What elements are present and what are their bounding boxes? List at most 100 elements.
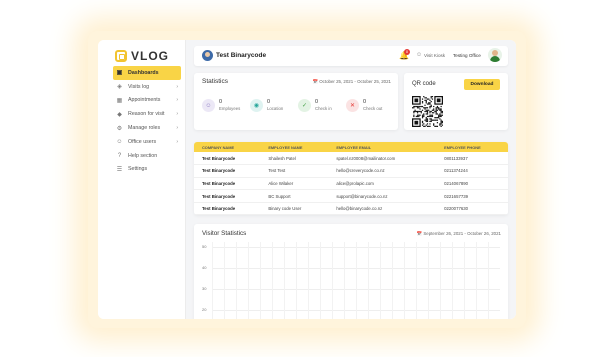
logo[interactable]: VLOG <box>115 49 169 63</box>
grid-line <box>296 242 297 319</box>
sidebar-item-manage-roles[interactable]: ⚙ Manage roles › <box>113 121 181 135</box>
visitor-statistics-title: Visitor Statistics <box>202 230 247 237</box>
sidebar-item-help-section[interactable]: ? Help section <box>113 149 181 163</box>
sidebar-item-label: Help section <box>128 152 158 159</box>
table-cell: Test Test <box>260 164 329 178</box>
stat-value: 0 <box>267 99 271 105</box>
statistics-title: Statistics <box>202 78 229 85</box>
employees-table: COMPANY NAME EMPLOYEE NAME EMPLOYEE EMAIL E… <box>194 142 508 215</box>
grid-line <box>248 242 249 319</box>
stat-label: Check in <box>315 106 332 111</box>
main-content: Test Binarycode 🔔 0 ☺ Visit Kiosk Testin… <box>186 40 516 319</box>
column-header[interactable]: EMPLOYEE NAME <box>260 142 328 152</box>
chevron-right-icon: › <box>176 83 178 90</box>
chevron-right-icon: › <box>176 111 178 118</box>
grid-line <box>488 242 489 319</box>
table-cell: BC Support <box>260 189 329 203</box>
download-button[interactable]: Download <box>464 79 500 90</box>
office-name[interactable]: Testing Office <box>453 53 481 58</box>
employees-icon: ☺ <box>202 99 215 112</box>
column-header[interactable]: EMPLOYEE EMAIL <box>328 142 436 152</box>
table-cell: Test Binarycode <box>194 177 261 191</box>
gear-icon: ⚙ <box>116 125 123 132</box>
grid-line <box>452 242 453 319</box>
table-cell: Test Binarycode <box>194 152 261 166</box>
statistics-card: Statistics 📅 October 25, 2021 - October … <box>194 73 398 130</box>
table-cell: 0211374244 <box>436 164 508 178</box>
grid-line <box>428 242 429 319</box>
stat-label: Employees <box>219 106 241 111</box>
check-out-icon: ✕ <box>346 99 359 112</box>
table-cell: spatel.nz0008@mailinator.com <box>328 152 437 166</box>
grid-line <box>284 242 285 319</box>
grid-line <box>356 242 357 319</box>
y-tick-label: 30 <box>202 286 207 291</box>
table-row[interactable]: Test Binarycode Shailesh Patel spatel.nz00… <box>194 152 508 166</box>
table-row[interactable]: Test Binarycode BC Support support@binaryc… <box>194 189 508 203</box>
sidebar-item-visits-log[interactable]: ◈ Visits log › <box>113 80 181 94</box>
grid-line <box>320 242 321 319</box>
settings-icon: ☰ <box>116 166 123 173</box>
qr-code-image <box>412 96 443 127</box>
user-name[interactable]: Visit Kiosk <box>424 53 445 58</box>
table-cell: Alice Wilaker <box>260 177 329 191</box>
user-icon: ☺ <box>416 52 423 58</box>
grid-line <box>404 242 405 319</box>
sidebar: VLOG ▣ Dashboards ◈ Visits log › ▦ Appointment… <box>98 40 185 319</box>
table-cell: Test Binarycode <box>194 202 261 215</box>
visitor-date-range[interactable]: 📅 September 26, 2021 - October 26, 2021 <box>417 231 501 237</box>
dashboard-icon: ▣ <box>116 70 123 77</box>
grid-line <box>332 242 333 319</box>
chevron-right-icon: › <box>176 125 178 132</box>
column-header[interactable]: COMPANY NAME <box>194 142 260 152</box>
check-in-icon: ✓ <box>298 99 311 112</box>
stat-check-in: ✓ 0 Check in <box>298 99 332 112</box>
y-tick-label: 20 <box>202 307 207 312</box>
sidebar-item-label: Settings <box>128 166 148 173</box>
user-avatar[interactable] <box>488 48 502 62</box>
table-cell: hello@binarycode.co.nz <box>328 202 437 215</box>
table-row[interactable]: Test Binarycode Alice Wilaker alice@prolap… <box>194 177 508 191</box>
column-header[interactable]: EMPLOYEE PHONE <box>436 142 508 152</box>
sidebar-item-label: Dashboards <box>128 69 159 76</box>
calendar-icon: 📅 <box>416 231 423 236</box>
grid-line <box>464 242 465 319</box>
table-header-row: COMPANY NAME EMPLOYEE NAME EMPLOYEE EMAIL E… <box>194 142 508 152</box>
sidebar-item-dashboards[interactable]: ▣ Dashboards <box>113 66 181 80</box>
grid-line <box>440 242 441 319</box>
sidebar-item-office-users[interactable]: ☺ Office users › <box>113 135 181 149</box>
sidebar-item-reason-for-visit[interactable]: ◆ Reason for visit › <box>113 107 181 121</box>
grid-line <box>260 242 261 319</box>
grid-line <box>236 242 237 319</box>
log-icon: ◈ <box>117 84 122 91</box>
grid-line <box>272 242 273 319</box>
table-cell: 0221657739 <box>436 189 508 203</box>
stat-check-out: ✕ 0 Check out <box>346 99 382 112</box>
table-cell: alice@prolapic.com <box>328 177 437 191</box>
statistics-date-range[interactable]: 📅 October 25, 2021 - October 25, 2021 <box>313 79 391 85</box>
table-cell: 0801133937 <box>436 152 508 166</box>
stat-location: ◉ 0 Location <box>250 99 283 112</box>
calendar-icon: ▦ <box>116 97 123 104</box>
stat-value: 0 <box>219 99 223 105</box>
table-row[interactable]: Test Binarycode Binary code User hello@bin… <box>194 202 508 215</box>
table-cell: Binary code User <box>260 202 329 215</box>
table-cell: 0220077630 <box>436 202 508 215</box>
company-avatar <box>202 50 213 61</box>
table-row[interactable]: Test Binarycode Test Test hello@creverycod… <box>194 164 508 178</box>
y-tick-label: 40 <box>202 265 207 270</box>
visitor-statistics-card: Visitor Statistics 📅 September 26, 2021 … <box>194 224 508 319</box>
statistics-date-text: October 25, 2021 - October 25, 2021 <box>319 79 391 84</box>
sidebar-item-label: Office users <box>128 138 157 145</box>
grid-line <box>308 242 309 319</box>
employees-table-card: COMPANY NAME EMPLOYEE NAME EMPLOYEE EMAIL E… <box>194 142 508 215</box>
sidebar-item-label: Visits log <box>128 83 150 90</box>
stat-label: Location <box>267 106 284 111</box>
visitor-date-text: September 26, 2021 - October 26, 2021 <box>423 231 501 236</box>
sidebar-item-appointments[interactable]: ▦ Appointments › <box>113 94 181 108</box>
table-cell: 0214067890 <box>436 177 508 191</box>
sidebar-item-settings[interactable]: ☰ Settings <box>113 163 181 177</box>
grid-line <box>380 242 381 319</box>
table-cell: Test Binarycode <box>194 164 261 178</box>
y-tick-label: 50 <box>202 244 207 249</box>
